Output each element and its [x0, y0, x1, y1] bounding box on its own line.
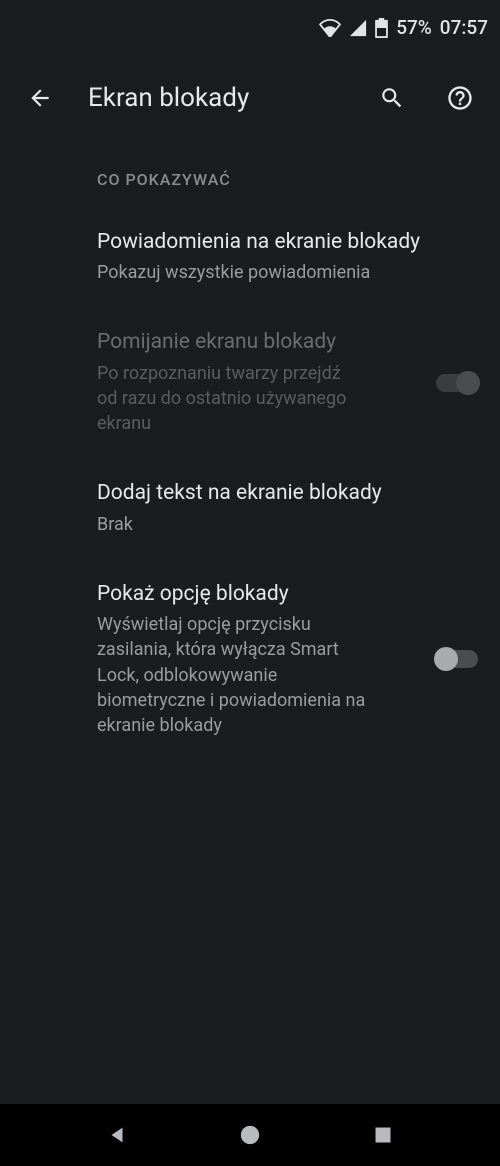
setting-title: Pokaż opcję blokady — [97, 581, 418, 608]
back-button[interactable] — [20, 78, 60, 118]
status-time: 07:57 — [440, 16, 488, 39]
setting-text: Dodaj tekst na ekranie blokady Brak — [97, 480, 480, 536]
setting-subtitle: Pokazuj wszystkie powiadomienia — [97, 260, 480, 285]
switch-skip-lockscreen — [434, 371, 480, 395]
setting-skip-lockscreen: Pomijanie ekranu blokady Po rozpoznaniu … — [0, 307, 500, 458]
setting-title: Pomijanie ekranu blokady — [97, 329, 418, 356]
switch-show-lockdown[interactable] — [434, 647, 480, 671]
nav-recent-button[interactable] — [353, 1115, 413, 1155]
battery-percent: 57% — [396, 16, 432, 39]
nav-home-icon — [239, 1124, 261, 1146]
setting-title: Powiadomienia na ekranie blokady — [97, 229, 480, 256]
nav-back-button[interactable] — [87, 1115, 147, 1155]
nav-back-icon — [106, 1124, 128, 1146]
nav-recent-icon — [373, 1125, 393, 1145]
switch-thumb — [456, 371, 480, 395]
navigation-bar — [0, 1104, 500, 1166]
setting-add-text[interactable]: Dodaj tekst na ekranie blokady Brak — [0, 458, 500, 558]
setting-text: Pokaż opcję blokady Wyświetlaj opcję prz… — [97, 581, 418, 738]
wifi-icon — [319, 19, 341, 37]
setting-title: Dodaj tekst na ekranie blokady — [97, 480, 480, 507]
content-area: CO POKAZYWAĆ Powiadomienia na ekranie bl… — [0, 140, 500, 1104]
app-header: Ekran blokady — [0, 55, 500, 140]
page-title: Ekran blokady — [88, 83, 344, 113]
nav-home-button[interactable] — [220, 1115, 280, 1155]
setting-text: Pomijanie ekranu blokady Po rozpoznaniu … — [97, 329, 418, 436]
status-bar: 57% 07:57 — [0, 0, 500, 55]
battery-icon — [375, 18, 388, 38]
section-header: CO POKAZYWAĆ — [0, 152, 500, 207]
help-icon — [446, 84, 474, 112]
setting-text: Powiadomienia na ekranie blokady Pokazuj… — [97, 229, 480, 285]
setting-subtitle: Brak — [97, 512, 480, 537]
signal-icon — [349, 19, 367, 37]
setting-subtitle: Po rozpoznaniu twarzy przejdź od razu do… — [97, 361, 357, 437]
help-button[interactable] — [440, 78, 480, 118]
setting-notifications[interactable]: Powiadomienia na ekranie blokady Pokazuj… — [0, 207, 500, 307]
setting-show-lockdown[interactable]: Pokaż opcję blokady Wyświetlaj opcję prz… — [0, 559, 500, 760]
search-button[interactable] — [372, 78, 412, 118]
search-icon — [379, 85, 405, 111]
setting-subtitle: Wyświetlaj opcję przycisku zasilania, kt… — [97, 612, 377, 738]
arrow-back-icon — [27, 85, 53, 111]
